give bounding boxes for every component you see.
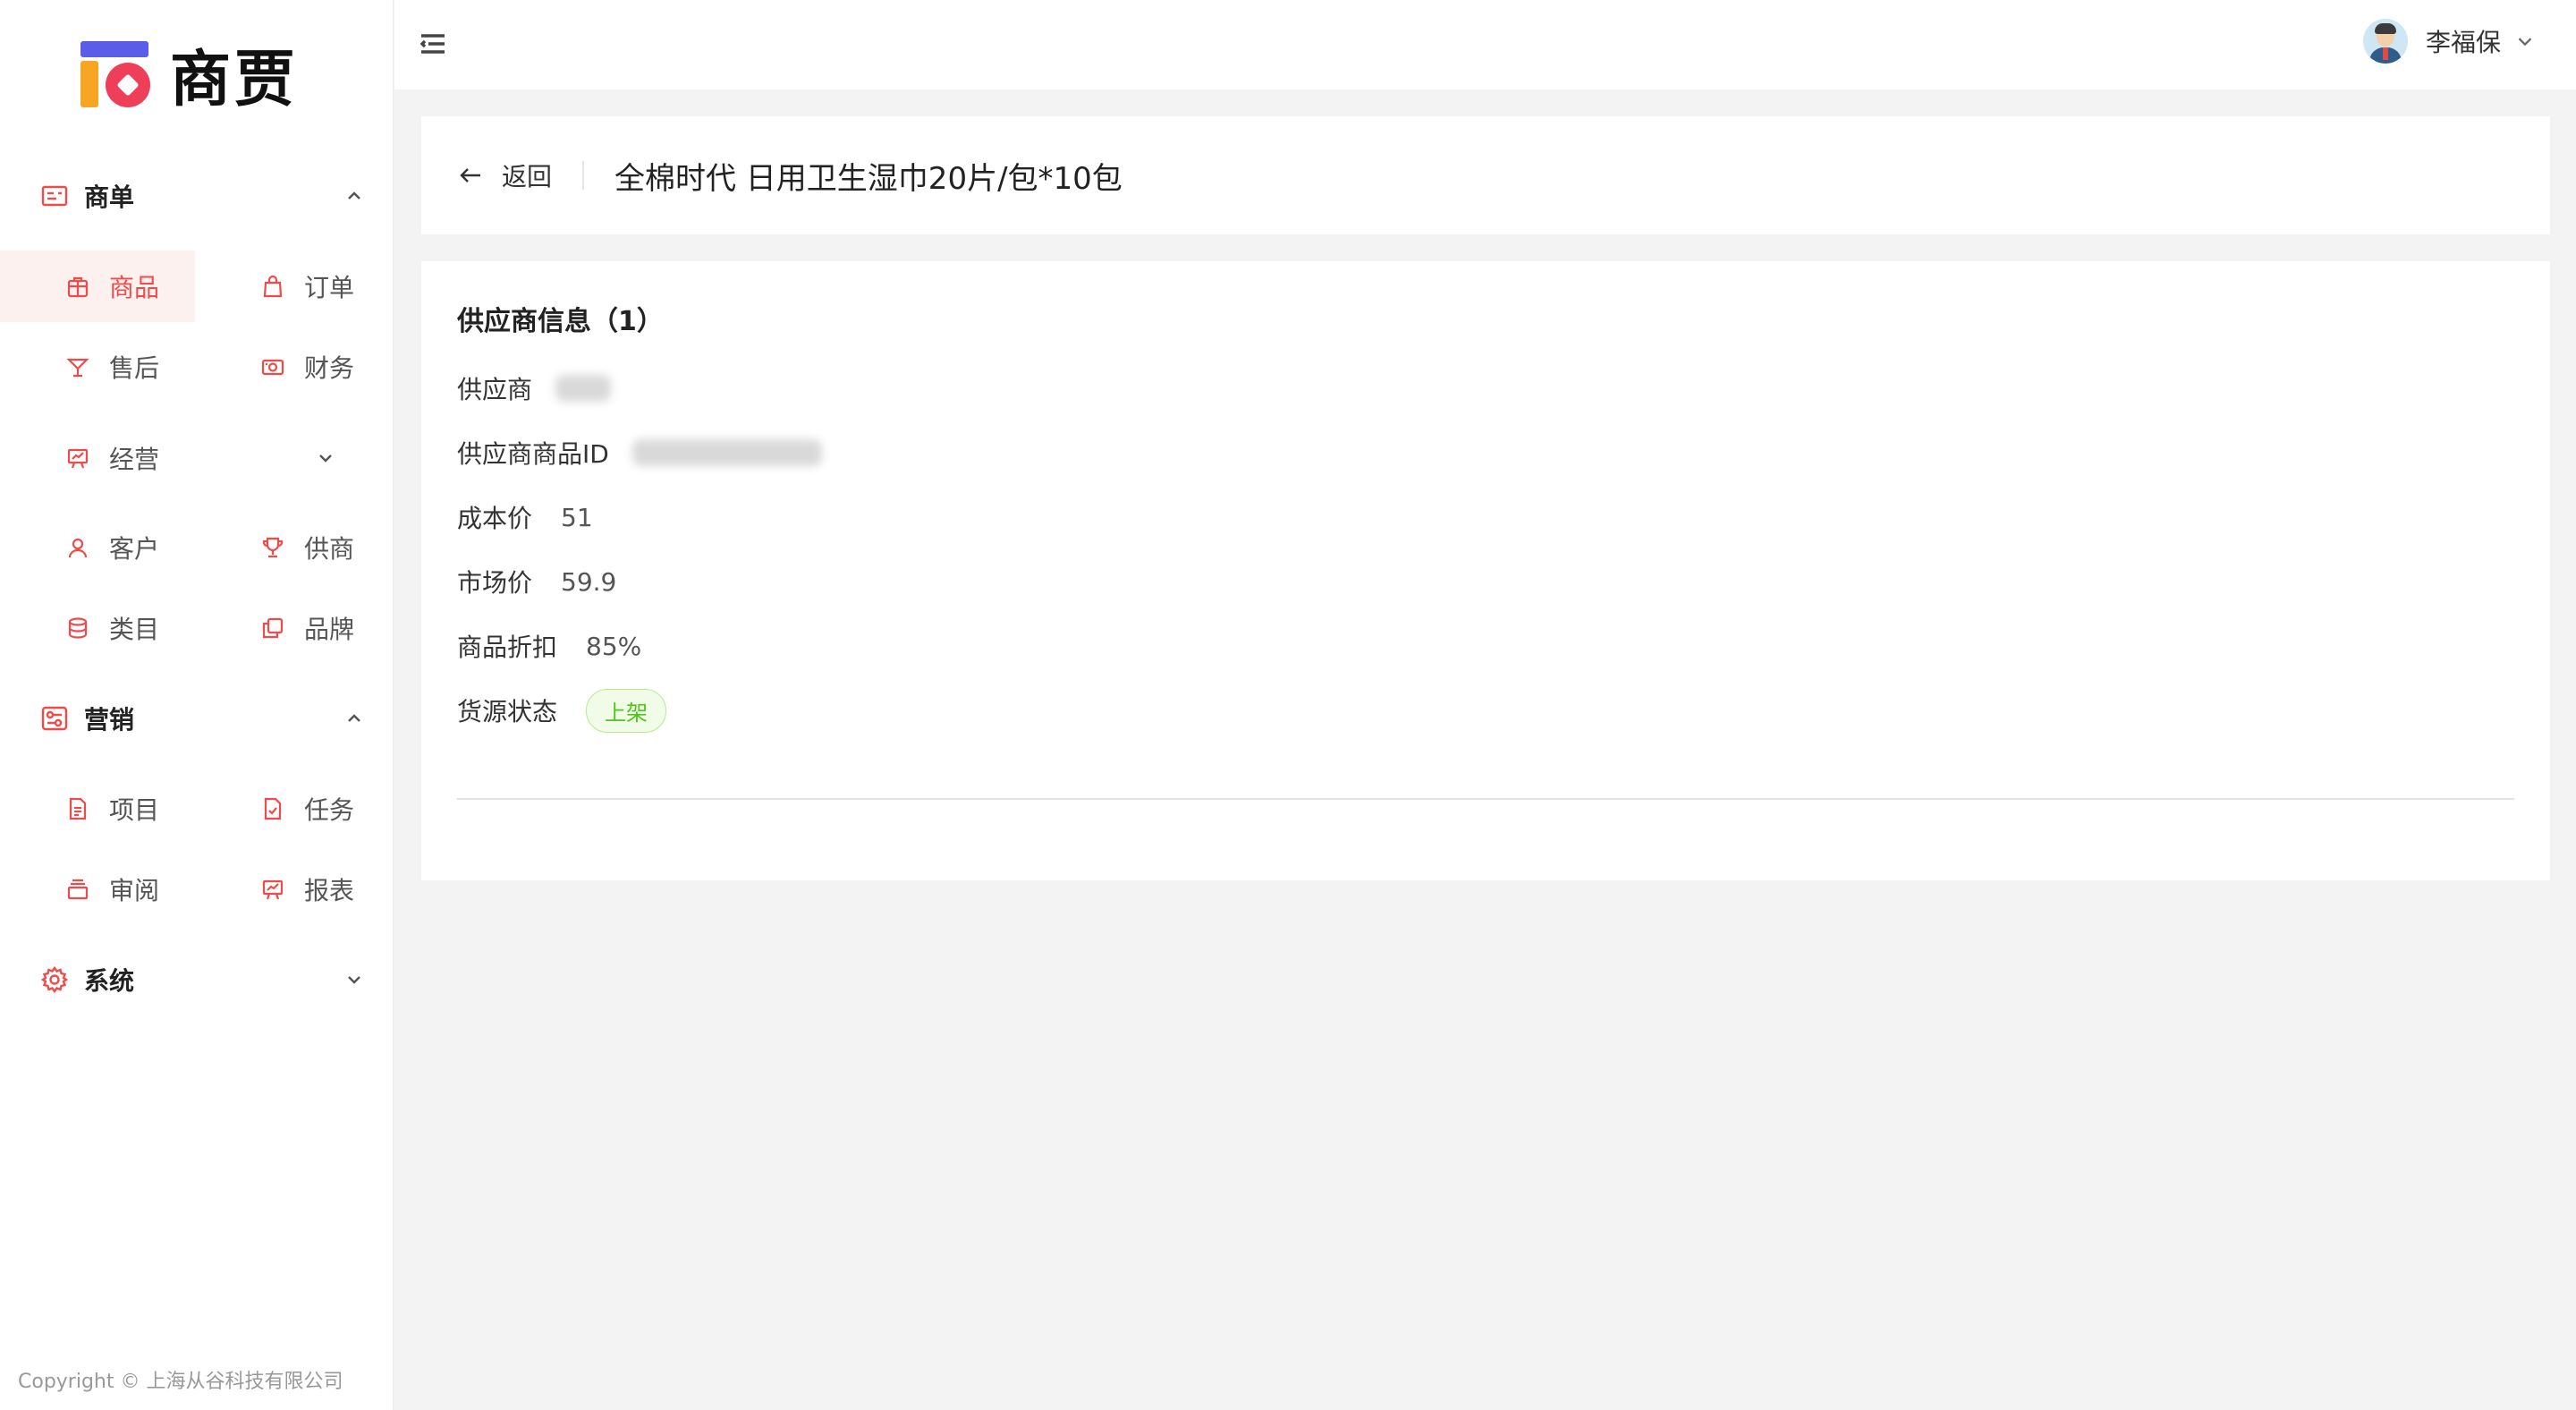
market-price-value: 59.9 — [561, 566, 617, 597]
supplier-product-id-label: 供应商商品ID — [457, 439, 609, 469]
page-title: 全棉时代 日用卫生湿巾20片/包*10包 — [614, 161, 1123, 197]
sidebar-item-label: 供商 — [304, 534, 355, 564]
sidebar-item-label: 报表 — [304, 876, 355, 905]
sidebar-item-label: 商品 — [109, 273, 160, 302]
sidebar-item-label: 审阅 — [109, 876, 160, 905]
sidebar-item-review[interactable]: 审阅 — [0, 854, 195, 925]
cost-price-value: 51 — [561, 502, 593, 532]
cocktail-icon — [64, 353, 91, 380]
avatar — [2362, 19, 2408, 64]
status-label: 货源状态 — [457, 697, 558, 726]
id-card-icon — [39, 181, 70, 211]
nav-group-orders[interactable]: 商单 — [39, 174, 367, 218]
gift-bag-icon — [64, 273, 91, 300]
top-bar: 李福保 — [394, 0, 2576, 89]
nav-group-label: 营销 — [84, 705, 135, 735]
presentation-chart-icon — [64, 445, 91, 471]
user-icon — [64, 534, 91, 561]
sidebar-item-label: 财务 — [304, 353, 355, 383]
sidebar-item-aftersale[interactable]: 售后 — [0, 331, 195, 403]
inbox-stack-icon — [64, 876, 91, 903]
sidebar-item-project[interactable]: 项目 — [0, 773, 195, 845]
sidebar: 商贾 商单 商品 订单 售后 财务 经营 客户 供商 类目 品牌 营销 项目 任… — [0, 0, 394, 1410]
sidebar-item-operation[interactable]: 经营 — [0, 422, 376, 494]
sidebar-item-brand[interactable]: 品牌 — [195, 592, 374, 664]
supplier-info-card: 供应商信息（1） 供应商 供应商商品ID 成本价 51 市场价 59.9 商品折… — [421, 261, 2550, 880]
sidebar-item-suppliers[interactable]: 供商 — [195, 512, 374, 583]
sidebar-item-label: 售后 — [109, 353, 160, 383]
file-check-icon — [259, 795, 286, 822]
nav-group-label: 商单 — [84, 183, 135, 212]
sidebar-item-label: 类目 — [109, 615, 160, 644]
nav-group-label: 系统 — [84, 966, 135, 996]
sidebar-item-customers[interactable]: 客户 — [0, 512, 195, 583]
supplier-product-id-redacted — [631, 439, 822, 466]
cost-price-label: 成本价 — [457, 504, 533, 533]
copyright-text: Copyright © 上海从谷科技有限公司 — [18, 1371, 343, 1393]
user-menu[interactable]: 李福保 — [2362, 16, 2537, 66]
money-icon — [259, 353, 286, 380]
sidebar-item-label: 项目 — [109, 795, 160, 825]
sidebar-item-label: 任务 — [304, 795, 355, 825]
sidebar-item-orders[interactable]: 订单 — [195, 251, 374, 322]
nav-group-marketing[interactable]: 营销 — [39, 696, 367, 741]
chevron-up-icon — [342, 706, 367, 731]
chevron-down-icon — [342, 967, 367, 992]
discount-row: 商品折扣 85% — [457, 628, 641, 664]
sidebar-item-goods[interactable]: 商品 — [0, 251, 195, 322]
menu-fold-icon[interactable] — [418, 29, 448, 59]
logo-icon — [79, 38, 152, 109]
page-header: 返回 全棉时代 日用卫生湿巾20片/包*10包 — [421, 116, 2550, 234]
sidebar-item-category[interactable]: 类目 — [0, 592, 195, 664]
back-button[interactable]: 返回 — [457, 157, 552, 193]
divider — [457, 798, 2514, 800]
cost-price-row: 成本价 51 — [457, 499, 593, 535]
settings-panel-icon — [39, 703, 70, 734]
shopping-bag-icon — [259, 273, 286, 300]
market-price-label: 市场价 — [457, 568, 533, 598]
market-price-row: 市场价 59.9 — [457, 564, 616, 599]
sidebar-item-label: 经营 — [109, 445, 160, 474]
chevron-up-icon — [342, 183, 367, 208]
supplier-value-redacted — [555, 375, 612, 402]
arrow-left-icon — [457, 162, 484, 189]
supplier-product-id-row: 供应商商品ID — [457, 435, 822, 471]
nav-group-system[interactable]: 系统 — [39, 957, 367, 1002]
status-badge: 上架 — [586, 688, 667, 733]
copy-icon — [259, 615, 286, 641]
supplier-label: 供应商 — [457, 375, 533, 404]
discount-value: 85% — [586, 631, 642, 661]
sidebar-item-label: 品牌 — [304, 615, 355, 644]
trophy-icon — [259, 534, 286, 561]
back-label: 返回 — [502, 162, 553, 191]
discount-label: 商品折扣 — [457, 633, 558, 662]
brand-name: 商贾 — [170, 44, 300, 115]
user-name: 李福保 — [2425, 28, 2501, 57]
brand-logo[interactable]: 商贾 — [79, 36, 299, 115]
chevron-down-icon — [2513, 30, 2537, 53]
gear-icon — [39, 964, 70, 995]
chevron-down-icon — [313, 446, 338, 471]
sidebar-item-finance[interactable]: 财务 — [195, 331, 374, 403]
status-row: 货源状态 上架 — [457, 688, 667, 733]
document-icon — [64, 795, 91, 822]
sidebar-item-label: 客户 — [109, 534, 160, 564]
sidebar-item-report[interactable]: 报表 — [195, 854, 374, 925]
sidebar-item-label: 订单 — [304, 273, 355, 302]
section-title: 供应商信息（1） — [457, 306, 664, 337]
database-icon — [64, 615, 91, 641]
divider — [582, 161, 584, 190]
sidebar-item-task[interactable]: 任务 — [195, 773, 374, 845]
supplier-row: 供应商 — [457, 370, 612, 406]
presentation-chart-icon — [259, 876, 286, 903]
